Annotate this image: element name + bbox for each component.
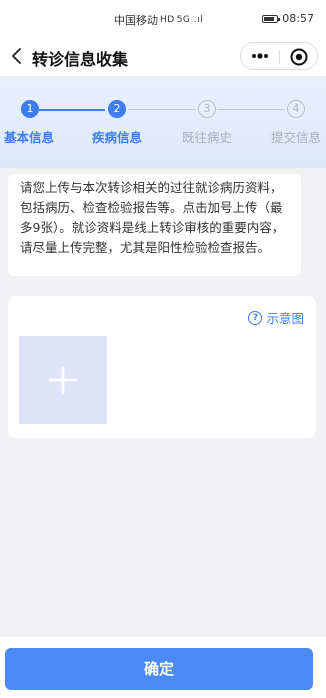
step-1-label: 基本信息 [4, 130, 55, 145]
step-2-label: 疾病信息 [92, 130, 143, 145]
more-button[interactable] [249, 47, 271, 65]
battery-fill [264, 16, 275, 21]
step-connector-3 [217, 109, 285, 110]
back-button[interactable] [8, 46, 28, 66]
step-connector-1 [39, 109, 105, 111]
upload-instructions: 请您上传与本次转诊相关的过往就诊病历资料，包括病历、检查检验报告等。点击加号上传… [8, 174, 301, 276]
step-4-number: 4 [287, 100, 305, 118]
more-dots-icon [252, 53, 268, 59]
capsule-menu [240, 42, 318, 70]
chevron-left-icon [12, 48, 21, 64]
add-image-button[interactable] [19, 336, 107, 424]
step-connector-2 [128, 109, 196, 110]
battery-icon [262, 14, 281, 23]
clock: 08:57 [282, 12, 314, 25]
footer-bar: 确定 [0, 637, 326, 698]
upload-card: ? 示意图 [8, 296, 316, 438]
example-label: 示意图 [266, 311, 304, 326]
plus-icon [48, 365, 78, 395]
carrier-label: 中国移动 [114, 14, 158, 27]
capsule-divider [279, 50, 280, 64]
status-left: 中国移动 HD 5G .ıl [114, 12, 203, 28]
step-4-label: 提交信息 [271, 130, 322, 145]
status-bar: 中国移动 HD 5G .ıl 08:57 [0, 0, 326, 36]
page-title: 转诊信息收集 [32, 50, 129, 69]
step-3-label: 既往病史 [182, 130, 233, 145]
page: 中国移动 HD 5G .ıl 08:57 转诊信息收集 1 2 3 4 基本信息… [0, 0, 326, 698]
progress-steps: 1 2 3 4 基本信息 疾病信息 既往病史 提交信息 [0, 76, 326, 168]
step-1-number: 1 [21, 100, 39, 118]
confirm-button[interactable]: 确定 [5, 648, 313, 690]
signal-icon: 5G .ıl [176, 15, 204, 25]
close-button[interactable] [289, 47, 309, 67]
target-circle-icon [290, 48, 308, 66]
example-link[interactable]: ? 示意图 [248, 308, 304, 327]
question-circle-icon: ? [248, 310, 263, 325]
nav-bar: 转诊信息收集 [0, 36, 326, 76]
network-indicator: HD [160, 15, 175, 25]
step-2-number: 2 [108, 100, 126, 118]
status-right: 08:57 [262, 12, 314, 25]
step-3-number: 3 [198, 100, 216, 118]
